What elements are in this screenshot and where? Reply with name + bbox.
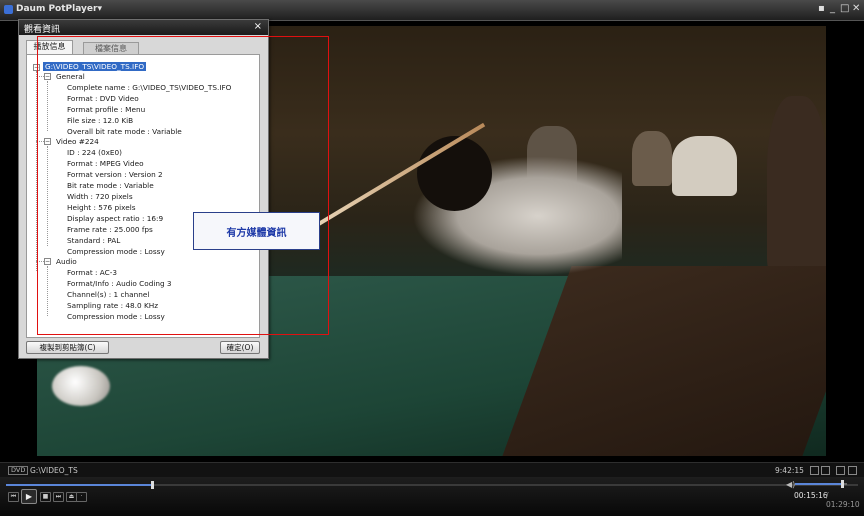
maximize-button[interactable]: □: [840, 4, 849, 14]
stop-button[interactable]: ■: [40, 492, 51, 502]
dialog-title: 觀看資訊: [24, 25, 61, 35]
preferences-icon[interactable]: [821, 466, 830, 475]
playlist-icon[interactable]: [810, 466, 819, 475]
playback-controls: ◀) ⏮ ▶ ■ ⏭ ⏏ · 00:15:16 / 01:29:10: [0, 477, 864, 516]
app-titlebar: Daum PotPlayer▾ ▪ _ □ ✕: [0, 0, 864, 21]
play-button[interactable]: ▶: [21, 489, 37, 504]
cue-ball: [52, 366, 110, 406]
volume-slider[interactable]: [795, 480, 847, 488]
app-title[interactable]: Daum PotPlayer▾: [16, 4, 102, 14]
previous-button[interactable]: ⏮: [8, 492, 19, 502]
volume-thumb[interactable]: [840, 480, 844, 488]
close-window-button[interactable]: ✕: [852, 4, 860, 14]
ok-button[interactable]: 確定(O): [220, 341, 260, 354]
pin-icon[interactable]: ▪: [818, 4, 825, 14]
copy-to-clipboard-button[interactable]: 複製到剪貼簿(C): [26, 341, 109, 354]
annotation-callout-text: 有方媒體資訊: [226, 228, 287, 239]
media-type-badge: DVD: [8, 466, 29, 475]
system-clock: 9:42:15: [775, 466, 804, 475]
minimize-button[interactable]: _: [830, 4, 835, 14]
next-button[interactable]: ⏭: [53, 492, 64, 502]
chat-icon[interactable]: [836, 466, 845, 475]
time-current: 00:15:16: [794, 491, 828, 500]
spectator-figure: [632, 131, 672, 186]
dialog-titlebar[interactable]: 觀看資訊 ×: [19, 20, 268, 35]
speaker-icon[interactable]: ◀): [786, 480, 795, 489]
skin-icon[interactable]: [848, 466, 857, 475]
spectator-figure: [672, 136, 737, 196]
annotation-highlight-box: [37, 36, 329, 335]
settings-button[interactable]: ·: [76, 492, 87, 502]
annotation-callout: 有方媒體資訊: [193, 212, 320, 250]
spectator-figure: [767, 96, 826, 276]
volume-level: [795, 483, 842, 485]
dialog-close-icon[interactable]: ×: [254, 21, 262, 32]
app-logo-icon: [4, 5, 13, 14]
player-head: [417, 136, 492, 211]
status-bar: DVD G:\VIDEO_TS 9:42:15: [0, 462, 864, 477]
seek-bar[interactable]: [6, 481, 858, 489]
seek-thumb[interactable]: [150, 481, 154, 489]
seek-progress: [6, 484, 152, 486]
time-total: / 01:29:10: [826, 491, 860, 509]
media-path: G:\VIDEO_TS: [30, 466, 78, 475]
